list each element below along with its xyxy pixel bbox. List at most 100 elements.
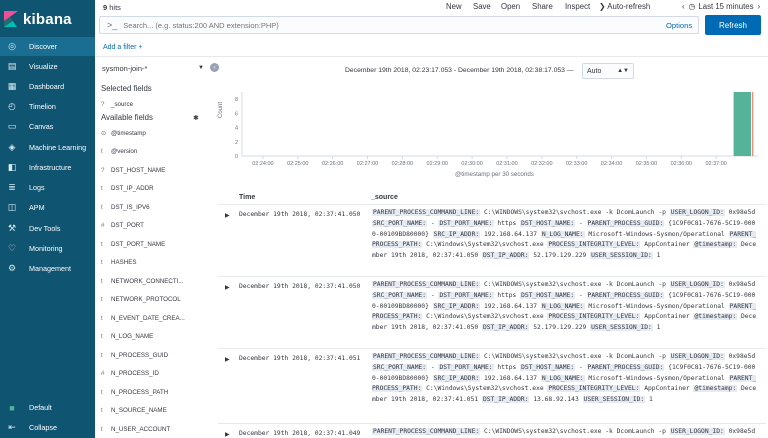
expand-row-icon[interactable]: ▶ xyxy=(225,431,230,438)
field-item[interactable]: t N_LOG_NAME xyxy=(101,329,206,345)
field-item[interactable]: t DST_PORT_NAME xyxy=(101,236,206,252)
sidebar-item-monitoring[interactable]: ♡ Monitoring xyxy=(0,239,95,258)
expand-row-icon[interactable]: ▶ xyxy=(225,284,230,291)
sidebar-item-dashboard[interactable]: ▦ Dashboard xyxy=(0,77,95,96)
gear-icon: ⚙ xyxy=(7,263,17,273)
source-value: 1 xyxy=(652,252,661,260)
field-item[interactable]: t N_USER_ACCOUNT xyxy=(101,421,206,437)
auto-refresh-button[interactable]: ❯ Auto-refresh xyxy=(599,2,650,11)
gear-icon[interactable]: ✱ xyxy=(193,114,199,122)
field-item[interactable]: ? _source xyxy=(101,96,206,112)
field-item[interactable]: t NETWORK_PROTOCOL xyxy=(101,292,206,308)
sidebar-item-default[interactable]: ■ Default xyxy=(0,398,95,417)
time-picker[interactable]: ‹ ◷ Last 15 minutes › xyxy=(682,2,760,11)
source-key: USER_SESSION_ID: xyxy=(590,252,653,260)
sidebar-item-label: Infrastructure xyxy=(29,163,72,172)
field-item[interactable]: t N_PROCESS_GUID xyxy=(101,347,206,363)
open-button[interactable]: Open xyxy=(501,2,520,11)
kibana-logo-icon xyxy=(4,11,18,27)
source-value: C:\Windows\System32\svchost.exe xyxy=(422,313,548,321)
source-key: USER_LOGON_ID: xyxy=(669,209,725,216)
chevron-left-icon[interactable]: ‹ xyxy=(682,2,685,11)
monitoring-icon: ♡ xyxy=(7,243,17,253)
timelion-icon: ◴ xyxy=(8,101,16,111)
source-value: 0x98e5d xyxy=(724,428,756,435)
add-filter-button[interactable]: Add a filter + xyxy=(103,44,143,51)
table-row[interactable]: ▶ December 19th 2018, 02:37:41.050 PARENT_… xyxy=(218,280,766,348)
field-item[interactable]: t HASHES xyxy=(101,255,206,271)
sidebar-item-management[interactable]: ⚙ Management xyxy=(0,259,95,278)
field-name: N_PROCESS_PATH xyxy=(111,388,169,396)
save-button[interactable]: Save xyxy=(473,2,491,11)
source-key: USER_SESSION_ID: xyxy=(582,396,646,404)
new-button[interactable]: New xyxy=(446,2,462,11)
row-divider xyxy=(218,204,766,205)
histogram-chart: 0 2 4 6 8 02:24:00 02:25:00 02:26:00 02:27:00 02:… xyxy=(218,84,766,180)
field-type-icon: # xyxy=(101,222,105,229)
interval-select[interactable]: Auto ▲▼ xyxy=(582,63,634,79)
search-box[interactable]: >_ xyxy=(99,16,699,34)
sidebar-item-timelion[interactable]: ◴ Timelion xyxy=(0,97,95,116)
table-row[interactable]: ▶ December 19th 2018, 02:37:41.049 PARENT_… xyxy=(218,427,766,438)
field-item[interactable]: ? DST_HOST_NAME xyxy=(101,162,206,178)
kibana-logo[interactable]: kibana xyxy=(4,7,72,31)
expand-row-icon[interactable]: ▶ xyxy=(225,212,230,219)
source-value: https xyxy=(493,363,521,371)
sidebar-item-collapse[interactable]: ⇤ Collapse xyxy=(0,418,95,437)
source-value: 1 xyxy=(652,324,661,332)
inspect-button[interactable]: Inspect xyxy=(565,2,590,11)
x-tick-label: 02:33:00 xyxy=(566,161,587,167)
sidebar-item-canvas[interactable]: ▭ Canvas xyxy=(0,117,95,136)
source-key: DST_IP_ADDR: xyxy=(481,324,530,332)
field-item[interactable]: # N_PROCESS_ID xyxy=(101,366,206,382)
field-item[interactable]: t N_EVENT_DATE_CREA... xyxy=(101,310,206,326)
sidebar-item-apm[interactable]: ◫ APM xyxy=(0,198,95,217)
field-item[interactable]: t N_SOURCE_NAME xyxy=(101,403,206,419)
x-tick-label: 02:37:00 xyxy=(705,161,726,167)
field-item[interactable]: t DST_IP_ADDR xyxy=(101,181,206,197)
table-row[interactable]: ▶ December 19th 2018, 02:37:41.050 PARENT_… xyxy=(218,208,766,276)
sidebar-item-visualize[interactable]: ▤ Visualize xyxy=(0,57,95,76)
source-key: SRC_IP_ADDR: xyxy=(432,230,481,238)
field-item[interactable]: ⊙ @timestamp xyxy=(101,125,206,141)
histogram-bar[interactable] xyxy=(733,92,752,156)
source-key: N_LOG_NAME: xyxy=(540,302,585,310)
row-source: PARENT_PROCESS_COMMAND_LINE: C:\WINDOWS\… xyxy=(372,208,758,262)
source-key: DST_HOST_NAME: xyxy=(520,363,576,371)
options-button[interactable]: Options xyxy=(666,21,692,30)
sidebar-item-label: Logs xyxy=(29,183,45,192)
x-tick-label: 02:26:00 xyxy=(322,161,343,167)
kibana-logo-text: kibana xyxy=(23,10,72,28)
field-type-icon: t xyxy=(101,351,103,359)
sidebar-item-label: Default xyxy=(29,403,52,412)
sidebar-item-infrastructure[interactable]: ◧ Infrastructure xyxy=(0,158,95,177)
sidebar-item-logs[interactable]: ≣ Logs xyxy=(0,178,95,197)
field-type-icon: ? xyxy=(101,166,105,174)
source-key: N_LOG_NAME: xyxy=(540,230,585,238)
field-item[interactable]: t DST_IS_IPV6 xyxy=(101,199,206,215)
search-input[interactable] xyxy=(123,20,624,30)
refresh-button[interactable]: Refresh xyxy=(705,15,761,35)
chevron-right-icon[interactable]: › xyxy=(757,2,760,11)
collapse-sidebar-icon[interactable]: ‹ xyxy=(210,63,219,72)
doc-table-header-time[interactable]: Time xyxy=(239,194,255,201)
field-item[interactable]: # DST_PORT xyxy=(101,218,206,234)
x-tick-label: 02:25:00 xyxy=(287,161,308,167)
field-item[interactable]: t NETWORK_CONNECTI... xyxy=(101,273,206,289)
y-tick-label: 4 xyxy=(235,126,238,132)
x-tick-label: 02:31:00 xyxy=(496,161,517,167)
index-pattern-select[interactable]: sysmon-join-* ▼ xyxy=(98,60,208,76)
sidebar-item-dev-tools[interactable]: ⚒ Dev Tools xyxy=(0,219,95,238)
source-value: https xyxy=(493,291,521,299)
sidebar-item-machine-learning[interactable]: ◈ Machine Learning xyxy=(0,138,95,157)
source-value: AppContainer xyxy=(640,385,694,393)
selected-fields-title: Selected fields xyxy=(101,84,152,93)
chevron-down-icon: ▼ xyxy=(198,65,204,71)
apm-icon: ◫ xyxy=(7,202,17,212)
field-item[interactable]: t N_PROCESS_PATH xyxy=(101,384,206,400)
share-button[interactable]: Share xyxy=(532,2,553,11)
sidebar-item-discover[interactable]: ◎ Discover xyxy=(0,37,95,56)
field-item[interactable]: t @version xyxy=(101,144,206,160)
table-row[interactable]: ▶ December 19th 2018, 02:37:41.051 PARENT_… xyxy=(218,352,766,420)
expand-row-icon[interactable]: ▶ xyxy=(225,356,230,363)
